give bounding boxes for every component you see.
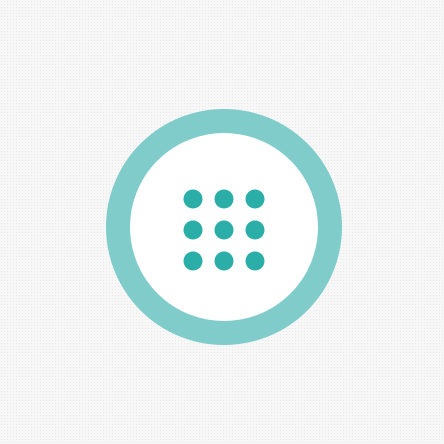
screen-background [0,0,444,444]
app-drawer-button[interactable] [106,109,342,345]
